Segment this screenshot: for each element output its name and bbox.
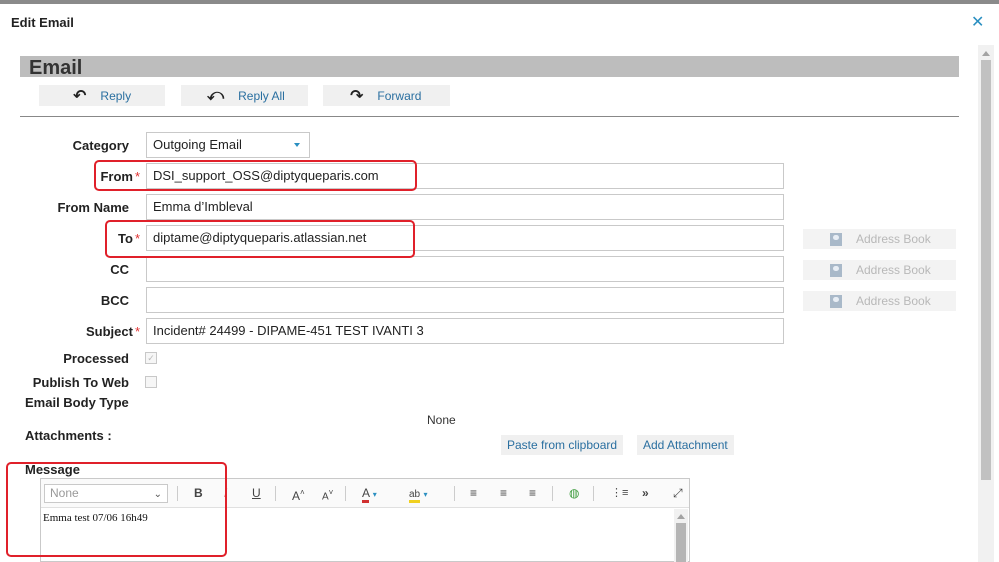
toolbar-separator [177,486,178,501]
chevron-down-icon [294,143,300,147]
required-marker: * [134,169,140,184]
align-center-icon[interactable]: ≡ [500,486,507,500]
reply-label: Reply [100,88,132,103]
toolbar-separator [345,486,346,501]
toolbar-separator [454,486,455,501]
address-book-button-bcc[interactable]: Address Book [803,291,956,311]
editor-scrollbar[interactable] [674,509,688,562]
close-icon[interactable]: ✕ [971,12,984,32]
from-name-label: From Name [57,200,129,215]
font-size-increase-icon[interactable]: A˄ [292,486,305,503]
highlight-color-icon[interactable]: ab ▾ [409,486,427,503]
editor-toolbar: None ⌄ B I U A˄ A˅ A ▾ ab ▾ ≡ ≡ ≡ ◍ ⋮≡ »… [41,479,689,508]
dialog-title: Edit Email [11,15,74,30]
message-editor[interactable]: None ⌄ B I U A˄ A˅ A ▾ ab ▾ ≡ ≡ ≡ ◍ ⋮≡ »… [40,478,690,562]
address-book-button-to[interactable]: Address Book [803,229,956,249]
reply-icon: ↶ [73,87,87,105]
dialog-scrollbar[interactable] [978,45,994,562]
address-book-icon [830,263,842,277]
underline-icon[interactable]: U [252,486,261,500]
address-book-label: Address Book [856,294,931,308]
required-marker: * [134,324,140,339]
category-select[interactable]: Outgoing Email [146,132,310,158]
window-top-border [0,0,999,4]
message-label: Message [25,462,80,477]
from-field[interactable]: DSI_support_OSS@diptyqueparis.com [146,163,784,189]
forward-button[interactable]: ↷ Forward [323,85,450,106]
toolbar-separator [552,486,553,501]
format-select-value: None [50,486,79,500]
section-title: Email [29,57,83,79]
scrollbar-thumb[interactable] [981,60,991,480]
font-size-decrease-icon[interactable]: A˅ [322,486,333,504]
address-book-label: Address Book [856,232,931,246]
to-field[interactable]: diptame@diptyqueparis.atlassian.net [146,225,784,251]
forward-icon: ↷ [350,87,364,105]
required-marker: * [134,231,140,246]
publish-to-web-label: Publish To Web [32,375,129,390]
scroll-up-arrow-icon[interactable] [982,51,990,56]
processed-checkbox[interactable]: ✓ [145,352,157,364]
align-left-icon[interactable]: ≡ [470,486,477,500]
address-book-icon [830,294,842,308]
format-select[interactable]: None ⌄ [44,484,168,503]
attachments-value: None [427,413,456,427]
from-label: From * [100,169,140,184]
email-body-type-label: Email Body Type [25,395,129,410]
address-book-label: Address Book [856,263,931,277]
processed-label: Processed [63,351,129,366]
from-name-field[interactable]: Emma d’Imbleval [146,194,784,220]
subject-label: Subject * [85,324,140,339]
bcc-field[interactable] [146,287,784,313]
reply-button[interactable]: ↶ Reply [39,85,165,106]
paste-from-clipboard-button[interactable]: Paste from clipboard [501,435,624,455]
cc-label: CC [110,262,129,277]
numbered-list-icon[interactable]: ⋮≡ [611,486,628,500]
reply-all-label: Reply All [238,88,285,103]
address-book-button-cc[interactable]: Address Book [803,260,956,280]
toolbar-divider [20,116,959,117]
cc-field[interactable] [146,256,784,282]
subject-field[interactable]: Incident# 24499 - DIPAME-451 TEST IVANTI… [146,318,784,344]
publish-to-web-checkbox[interactable] [145,376,157,388]
add-attachment-button[interactable]: Add Attachment [637,435,734,455]
to-label: To * [118,231,140,246]
toolbar-separator [593,486,594,501]
forward-label: Forward [377,88,422,103]
italic-icon[interactable]: I [224,486,227,500]
message-body[interactable]: Emma test 07/06 16h49 [43,512,148,524]
address-book-icon [830,232,842,246]
bcc-label: BCC [100,293,129,308]
toolbar-separator [275,486,276,501]
section-header-bar [20,56,959,77]
align-right-icon[interactable]: ≡ [529,486,536,500]
font-color-icon[interactable]: A ▾ [362,486,377,503]
more-options-icon[interactable]: » [642,486,649,500]
category-label: Category [72,138,129,153]
reply-all-button[interactable]: ⤺ Reply All [181,85,308,106]
attachments-label: Attachments : [25,428,112,443]
insert-link-icon[interactable]: ◍ [569,486,579,500]
chevron-down-icon: ⌄ [153,489,162,500]
category-value: Outgoing Email [153,137,242,152]
scroll-up-arrow-icon[interactable] [677,514,685,519]
fullscreen-icon[interactable]: ⤢ [673,486,683,500]
bold-icon[interactable]: B [194,486,203,500]
editor-scrollbar-thumb[interactable] [676,523,686,562]
reply-all-icon: ⤺ [207,86,225,104]
